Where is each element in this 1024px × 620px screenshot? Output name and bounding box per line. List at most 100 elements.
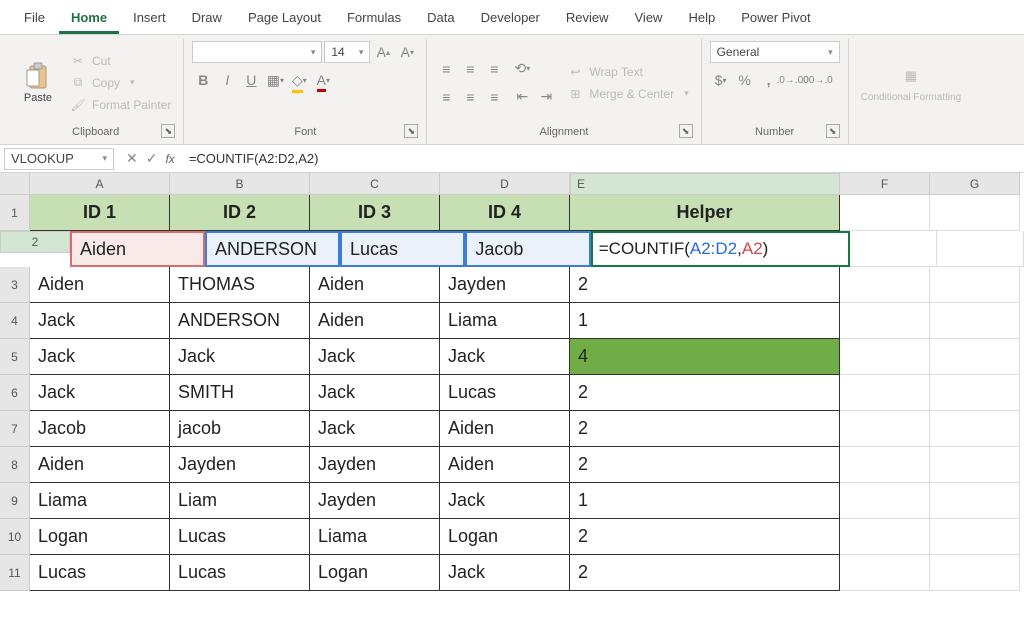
decrease-decimal-button[interactable]: .00→.0: [806, 69, 828, 91]
cell-F6[interactable]: [840, 375, 930, 411]
cell-F8[interactable]: [840, 447, 930, 483]
cell-G3[interactable]: [930, 267, 1020, 303]
dialog-launcher-icon[interactable]: ⬊: [826, 124, 840, 138]
col-header-C[interactable]: C: [310, 173, 440, 195]
cell-E5[interactable]: 4: [570, 339, 840, 375]
row-header-5[interactable]: 5: [0, 339, 30, 375]
cut-button[interactable]: ✂Cut: [66, 51, 175, 71]
cell-G11[interactable]: [930, 555, 1020, 591]
align-right-button[interactable]: ≡: [483, 86, 505, 108]
cell-B11[interactable]: Lucas: [170, 555, 310, 591]
italic-button[interactable]: I: [216, 69, 238, 91]
orientation-button[interactable]: ⟲▾: [511, 58, 533, 80]
row-header-8[interactable]: 8: [0, 447, 30, 483]
cell-D4[interactable]: Liama: [440, 303, 570, 339]
tab-review[interactable]: Review: [554, 4, 621, 34]
conditional-formatting-button[interactable]: ▦ Conditional Formatting: [857, 41, 966, 124]
cell-B7[interactable]: jacob: [170, 411, 310, 447]
row-header-2[interactable]: 2: [0, 231, 70, 253]
cell-D10[interactable]: Logan: [440, 519, 570, 555]
cell-B10[interactable]: Lucas: [170, 519, 310, 555]
cell-G2[interactable]: [937, 231, 1024, 267]
cell-E4[interactable]: 1: [570, 303, 840, 339]
tab-power-pivot[interactable]: Power Pivot: [729, 4, 822, 34]
cell-A4[interactable]: Jack: [30, 303, 170, 339]
cell-B9[interactable]: Liam: [170, 483, 310, 519]
cell-A7[interactable]: Jacob: [30, 411, 170, 447]
dialog-launcher-icon[interactable]: ⬊: [679, 124, 693, 138]
cell-B3[interactable]: THOMAS: [170, 267, 310, 303]
cell-E10[interactable]: 2: [570, 519, 840, 555]
cell-F4[interactable]: [840, 303, 930, 339]
cell-F9[interactable]: [840, 483, 930, 519]
cell-G10[interactable]: [930, 519, 1020, 555]
align-top-button[interactable]: ≡: [435, 58, 457, 80]
cell-D5[interactable]: Jack: [440, 339, 570, 375]
row-header-11[interactable]: 11: [0, 555, 30, 591]
select-all-corner[interactable]: [0, 173, 30, 195]
cell-G8[interactable]: [930, 447, 1020, 483]
underline-button[interactable]: U: [240, 69, 262, 91]
percent-button[interactable]: %: [734, 69, 756, 91]
row-header-6[interactable]: 6: [0, 375, 30, 411]
tab-page-layout[interactable]: Page Layout: [236, 4, 333, 34]
cell-A3[interactable]: Aiden: [30, 267, 170, 303]
number-format-select[interactable]: General▾: [710, 41, 840, 63]
cell-F10[interactable]: [840, 519, 930, 555]
cell-D11[interactable]: Jack: [440, 555, 570, 591]
col-header-A[interactable]: A: [30, 173, 170, 195]
cell-G9[interactable]: [930, 483, 1020, 519]
cell-D7[interactable]: Aiden: [440, 411, 570, 447]
row-header-3[interactable]: 3: [0, 267, 30, 303]
cell-E7[interactable]: 2: [570, 411, 840, 447]
col-header-F[interactable]: F: [840, 173, 930, 195]
cancel-formula-button[interactable]: ✕: [126, 150, 138, 167]
borders-button[interactable]: ▦▾: [264, 69, 286, 91]
dialog-launcher-icon[interactable]: ⬊: [404, 124, 418, 138]
accept-formula-button[interactable]: ✓: [146, 150, 158, 167]
fill-color-button[interactable]: ◇▾: [288, 69, 310, 91]
wrap-text-button[interactable]: ↩Wrap Text: [563, 62, 692, 82]
cell-G7[interactable]: [930, 411, 1020, 447]
paste-button[interactable]: Paste: [16, 41, 60, 124]
cell-A1[interactable]: ID 1: [30, 195, 170, 231]
cell-A9[interactable]: Liama: [30, 483, 170, 519]
cell-D8[interactable]: Aiden: [440, 447, 570, 483]
row-header-9[interactable]: 9: [0, 483, 30, 519]
fx-button[interactable]: fx: [165, 152, 174, 166]
decrease-font-button[interactable]: A▾: [396, 41, 418, 63]
cell-A10[interactable]: Logan: [30, 519, 170, 555]
tab-home[interactable]: Home: [59, 4, 119, 34]
cell-A5[interactable]: Jack: [30, 339, 170, 375]
row-header-1[interactable]: 1: [0, 195, 30, 231]
cell-E6[interactable]: 2: [570, 375, 840, 411]
cell-B5[interactable]: Jack: [170, 339, 310, 375]
font-size-select[interactable]: 14▾: [324, 41, 370, 63]
tab-help[interactable]: Help: [676, 4, 727, 34]
cell-F7[interactable]: [840, 411, 930, 447]
row-header-7[interactable]: 7: [0, 411, 30, 447]
cell-E2[interactable]: =COUNTIF(A2:D2,A2): [591, 231, 850, 267]
cell-C4[interactable]: Aiden: [310, 303, 440, 339]
cell-B6[interactable]: SMITH: [170, 375, 310, 411]
cell-E9[interactable]: 1: [570, 483, 840, 519]
font-family-select[interactable]: ▾: [192, 41, 322, 63]
cell-B4[interactable]: ANDERSON: [170, 303, 310, 339]
cell-C3[interactable]: Aiden: [310, 267, 440, 303]
tab-view[interactable]: View: [623, 4, 675, 34]
tab-formulas[interactable]: Formulas: [335, 4, 413, 34]
decrease-indent-button[interactable]: ⇤: [511, 86, 533, 108]
cell-C6[interactable]: Jack: [310, 375, 440, 411]
col-header-D[interactable]: D: [440, 173, 570, 195]
align-left-button[interactable]: ≡: [435, 86, 457, 108]
cell-A11[interactable]: Lucas: [30, 555, 170, 591]
cell-A6[interactable]: Jack: [30, 375, 170, 411]
merge-center-button[interactable]: ⊞Merge & Center▾: [563, 84, 692, 104]
cell-G1[interactable]: [930, 195, 1020, 231]
cell-E8[interactable]: 2: [570, 447, 840, 483]
name-box[interactable]: VLOOKUP▾: [4, 148, 114, 170]
cell-D6[interactable]: Lucas: [440, 375, 570, 411]
cell-C10[interactable]: Liama: [310, 519, 440, 555]
format-painter-button[interactable]: 🖌Format Painter: [66, 95, 175, 115]
formula-input[interactable]: =COUNTIF(A2:D2,A2): [183, 149, 1024, 168]
